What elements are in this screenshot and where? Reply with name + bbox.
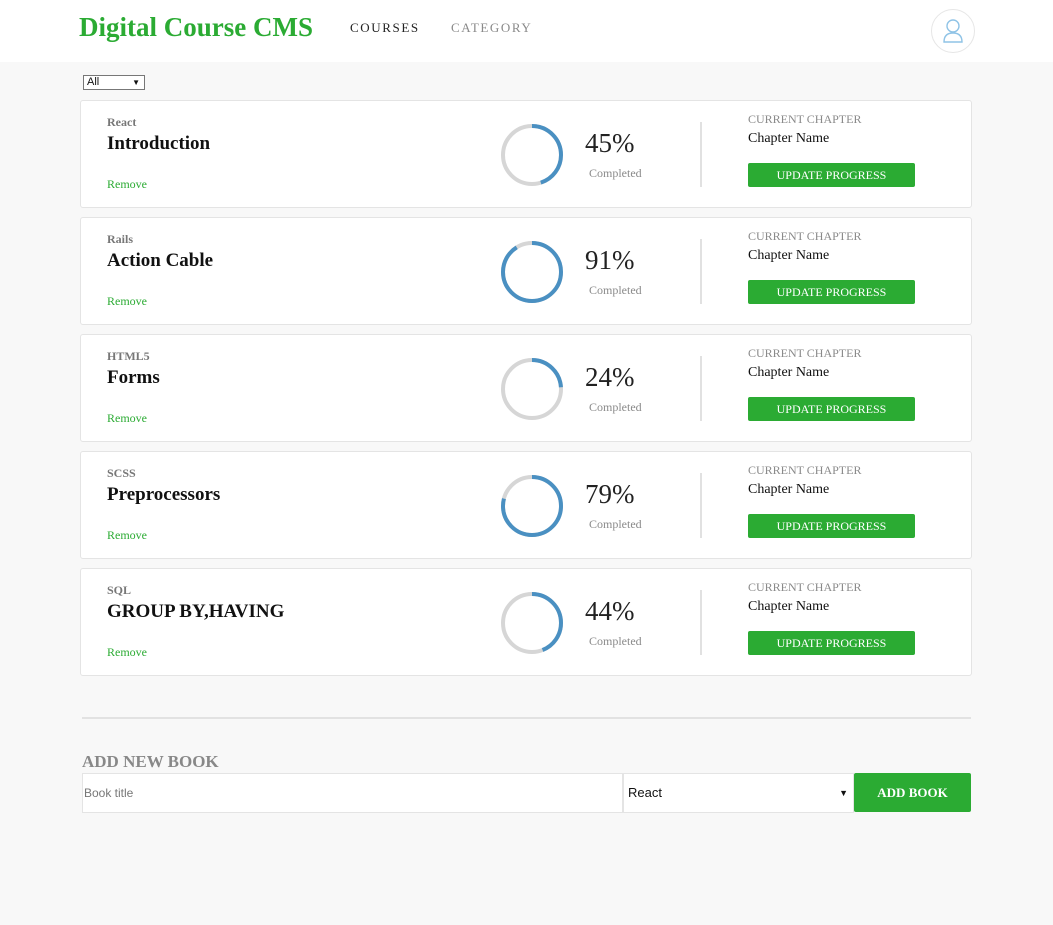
update-progress-button[interactable]: UPDATE PROGRESS (748, 397, 915, 421)
course-title: Action Cable (107, 250, 214, 271)
completed-label: Completed (589, 634, 642, 648)
course-category: SCSS (107, 466, 136, 480)
card-divider (700, 356, 702, 421)
card-divider (700, 122, 702, 187)
course-card: SCSS Preprocessors Remove 79% Completed CURRE… (80, 451, 972, 559)
update-progress-button[interactable]: UPDATE PROGRESS (748, 280, 915, 304)
current-chapter-label: CURRENT CHAPTER (748, 346, 862, 360)
course-card: Rails Action Cable Remove 91% Completed CURRE… (80, 217, 972, 325)
completed-label: Completed (589, 166, 642, 180)
card-divider (700, 473, 702, 538)
remove-course-link[interactable]: Remove (107, 177, 147, 192)
progress-percent: 45% (585, 128, 635, 158)
current-chapter-name: Chapter Name (748, 131, 830, 146)
course-category: Rails (107, 232, 134, 246)
update-progress-button[interactable]: UPDATE PROGRESS (748, 631, 915, 655)
course-list: React Introduction Remove 45% Completed CURRE… (80, 100, 972, 685)
update-progress-button[interactable]: UPDATE PROGRESS (748, 514, 915, 538)
course-title: Introduction (107, 133, 211, 154)
current-chapter-label: CURRENT CHAPTER (748, 580, 862, 594)
remove-course-link[interactable]: Remove (107, 528, 147, 543)
progress-ring (501, 124, 563, 186)
progress-ring (501, 241, 563, 303)
remove-course-link[interactable]: Remove (107, 294, 147, 309)
current-chapter-name: Chapter Name (748, 599, 830, 614)
progress-ring (501, 592, 563, 654)
remove-course-link[interactable]: Remove (107, 411, 147, 426)
completed-label: Completed (589, 517, 642, 531)
current-chapter-name: Chapter Name (748, 248, 830, 263)
card-divider (700, 590, 702, 655)
course-card: HTML5 Forms Remove 24% Completed CURRENT CHAP… (80, 334, 972, 442)
course-card: React Introduction Remove 45% Completed CURRE… (80, 100, 972, 208)
completed-label: Completed (589, 400, 642, 414)
section-divider (82, 717, 971, 719)
course-title: Preprocessors (107, 484, 221, 505)
book-category-select[interactable]: React ▼ (623, 773, 854, 813)
brand-logo[interactable]: Digital Course CMS (79, 12, 313, 43)
course-category: React (107, 115, 137, 129)
update-progress-button[interactable]: UPDATE PROGRESS (748, 163, 915, 187)
card-divider (700, 239, 702, 304)
course-title: Forms (107, 367, 160, 388)
caret-down-icon: ▼ (132, 78, 140, 87)
progress-percent: 91% (585, 245, 635, 275)
current-chapter-label: CURRENT CHAPTER (748, 229, 862, 243)
nav-link-courses[interactable]: COURSES (350, 20, 420, 36)
progress-percent: 79% (585, 479, 635, 509)
top-nav-bar: Digital Course CMS COURSES CATEGORY (0, 0, 1053, 62)
remove-course-link[interactable]: Remove (107, 645, 147, 660)
caret-down-icon: ▼ (839, 788, 848, 798)
progress-percent: 44% (585, 596, 635, 626)
current-chapter-label: CURRENT CHAPTER (748, 463, 862, 477)
user-icon (943, 19, 963, 43)
progress-percent: 24% (585, 362, 635, 392)
course-title: GROUP BY,HAVING (107, 601, 285, 622)
progress-ring (501, 475, 563, 537)
user-avatar-button[interactable] (931, 9, 975, 53)
current-chapter-name: Chapter Name (748, 365, 830, 380)
progress-ring (501, 358, 563, 420)
course-category: SQL (107, 583, 132, 597)
add-book-heading: ADD NEW BOOK (82, 752, 219, 771)
book-category-value: React (628, 785, 662, 800)
book-title-input[interactable] (82, 773, 623, 813)
progress-ring-fill (501, 241, 563, 303)
nav-link-category[interactable]: CATEGORY (451, 20, 532, 36)
current-chapter-label: CURRENT CHAPTER (748, 112, 862, 126)
current-chapter-name: Chapter Name (748, 482, 830, 497)
course-category: HTML5 (107, 349, 150, 363)
add-book-button[interactable]: ADD BOOK (854, 773, 971, 812)
completed-label: Completed (589, 283, 642, 297)
category-filter-select[interactable]: All ▼ (83, 75, 145, 90)
filter-selected-value: All (87, 76, 100, 88)
course-card: SQL GROUP BY,HAVING Remove 44% Completed CURR… (80, 568, 972, 676)
